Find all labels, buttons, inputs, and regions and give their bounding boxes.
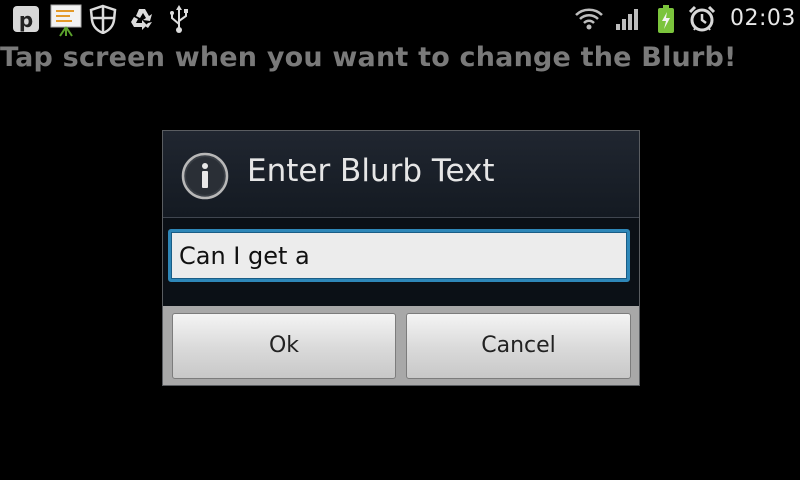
dialog-body: [163, 218, 639, 306]
dialog-title: Enter Blurb Text: [247, 153, 495, 189]
instruction-text[interactable]: Tap screen when you want to change the B…: [0, 42, 737, 73]
cancel-button[interactable]: Cancel: [406, 313, 631, 379]
status-bar: p 02:03: [0, 0, 800, 38]
blurb-text-input[interactable]: [168, 229, 630, 282]
battery-charging-icon: [656, 4, 676, 38]
p-notification-icon: p: [12, 5, 40, 37]
recycle-icon: [128, 6, 156, 36]
dialog-header: Enter Blurb Text: [163, 131, 639, 218]
signal-icon: [614, 7, 640, 35]
info-icon: [181, 152, 229, 204]
wifi-icon: [574, 7, 604, 35]
blurb-dialog: Enter Blurb Text Ok Cancel: [162, 130, 640, 386]
alarm-icon: [688, 5, 716, 37]
shield-icon: [89, 4, 117, 38]
dialog-button-bar: Ok Cancel: [163, 306, 639, 385]
usb-icon: [168, 4, 190, 38]
clock: 02:03: [730, 6, 796, 31]
svg-text:p: p: [19, 8, 33, 32]
ok-button[interactable]: Ok: [172, 313, 396, 379]
presentation-icon: [50, 3, 82, 41]
